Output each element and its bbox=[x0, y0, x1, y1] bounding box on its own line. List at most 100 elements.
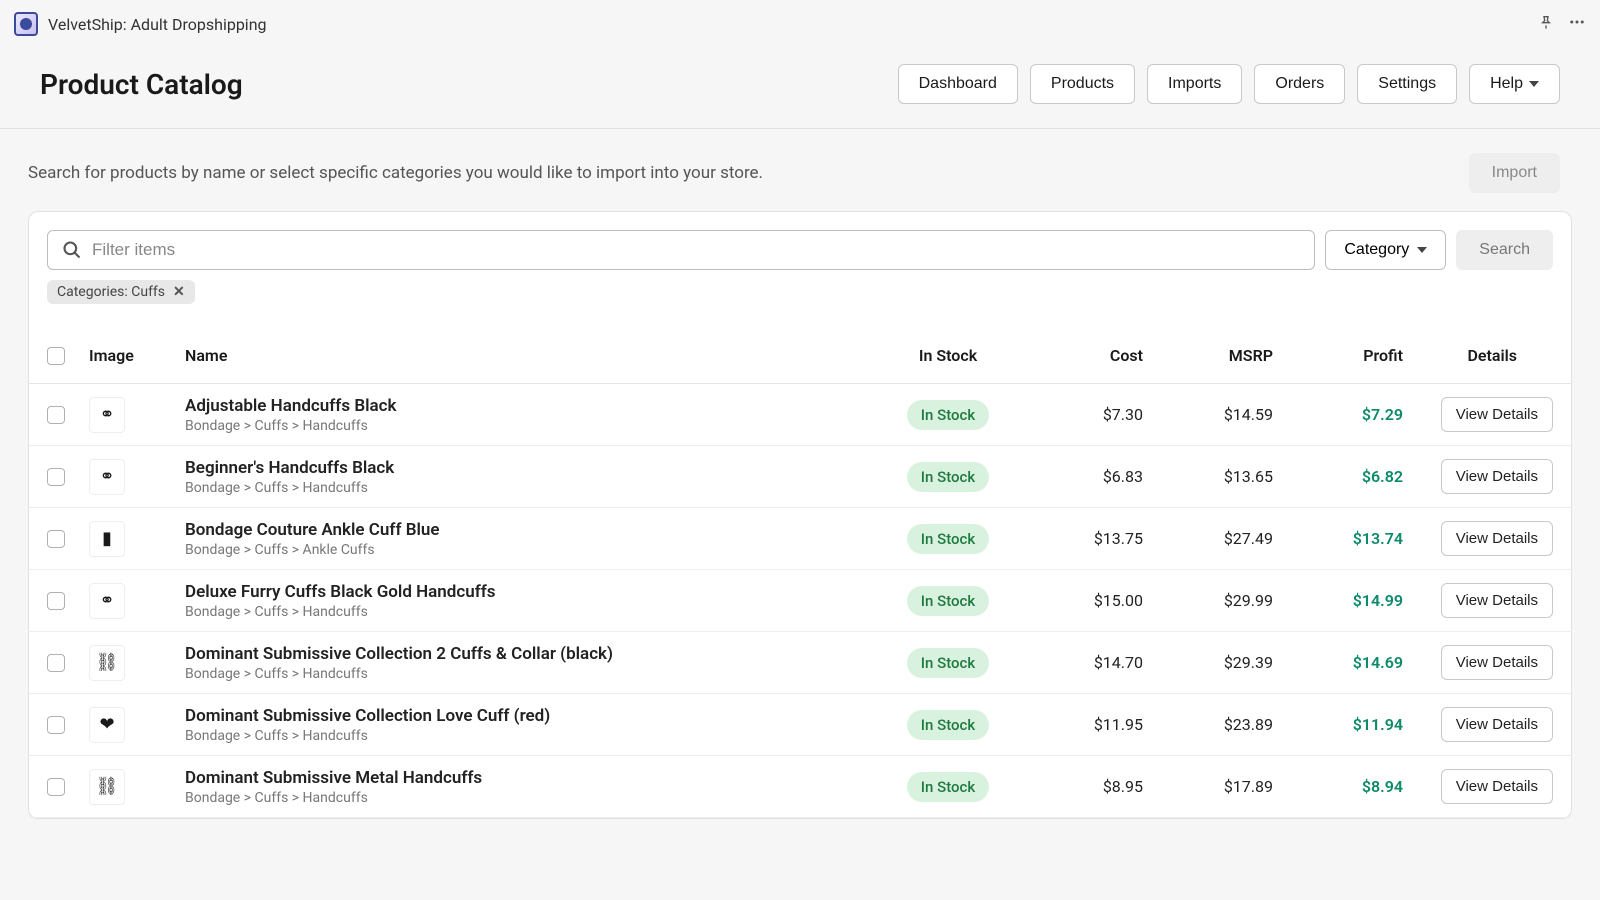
product-msrp: $29.39 bbox=[1143, 653, 1273, 672]
view-details-button[interactable]: View Details bbox=[1441, 521, 1553, 556]
product-name: Adjustable Handcuffs Black bbox=[185, 396, 883, 416]
col-name: Name bbox=[185, 346, 883, 365]
product-cost: $11.95 bbox=[1013, 715, 1143, 734]
product-profit: $6.82 bbox=[1273, 467, 1403, 486]
row-checkbox[interactable] bbox=[47, 716, 65, 734]
product-category: Bondage > Cuffs > Handcuffs bbox=[185, 790, 883, 806]
window-titlebar: VelvetShip: Adult Dropshipping bbox=[0, 0, 1600, 48]
row-checkbox[interactable] bbox=[47, 530, 65, 548]
filter-chip-cuffs[interactable]: Categories: Cuffs ✕ bbox=[47, 280, 195, 304]
chevron-down-icon bbox=[1529, 81, 1539, 87]
product-profit: $14.99 bbox=[1273, 591, 1403, 610]
view-details-button[interactable]: View Details bbox=[1441, 645, 1553, 680]
stock-badge: In Stock bbox=[907, 710, 989, 740]
nav-help[interactable]: Help bbox=[1469, 64, 1560, 104]
product-msrp: $14.59 bbox=[1143, 405, 1273, 424]
app-title: VelvetShip: Adult Dropshipping bbox=[48, 15, 267, 34]
stock-badge: In Stock bbox=[907, 648, 989, 678]
product-msrp: $23.89 bbox=[1143, 715, 1273, 734]
view-details-button[interactable]: View Details bbox=[1441, 397, 1553, 432]
nav-settings[interactable]: Settings bbox=[1357, 64, 1457, 104]
table-row: ⛓ Dominant Submissive Collection 2 Cuffs… bbox=[29, 632, 1571, 694]
app-icon bbox=[14, 12, 38, 36]
subheader-text: Search for products by name or select sp… bbox=[28, 163, 763, 183]
view-details-button[interactable]: View Details bbox=[1441, 459, 1553, 494]
view-details-button[interactable]: View Details bbox=[1441, 583, 1553, 618]
stock-badge: In Stock bbox=[907, 524, 989, 554]
product-table: Image Name In Stock Cost MSRP Profit Det… bbox=[29, 328, 1571, 818]
pin-icon[interactable] bbox=[1538, 14, 1554, 34]
row-checkbox[interactable] bbox=[47, 778, 65, 796]
product-thumbnail: ▮ bbox=[89, 521, 125, 557]
nav-orders[interactable]: Orders bbox=[1254, 64, 1345, 104]
import-button[interactable]: Import bbox=[1469, 153, 1560, 193]
col-profit: Profit bbox=[1273, 346, 1403, 365]
product-cost: $15.00 bbox=[1013, 591, 1143, 610]
product-profit: $8.94 bbox=[1273, 777, 1403, 796]
product-profit: $7.29 bbox=[1273, 405, 1403, 424]
row-checkbox[interactable] bbox=[47, 406, 65, 424]
col-image: Image bbox=[89, 346, 185, 365]
product-msrp: $13.65 bbox=[1143, 467, 1273, 486]
filter-chips: Categories: Cuffs ✕ bbox=[29, 270, 1571, 304]
view-details-button[interactable]: View Details bbox=[1441, 769, 1553, 804]
search-button[interactable]: Search bbox=[1456, 230, 1553, 270]
product-msrp: $17.89 bbox=[1143, 777, 1273, 796]
row-checkbox[interactable] bbox=[47, 468, 65, 486]
close-icon[interactable]: ✕ bbox=[173, 284, 185, 300]
page-title: Product Catalog bbox=[40, 68, 243, 101]
product-thumbnail: ⚭ bbox=[89, 397, 125, 433]
product-cost: $6.83 bbox=[1013, 467, 1143, 486]
product-cost: $7.30 bbox=[1013, 405, 1143, 424]
product-cost: $8.95 bbox=[1013, 777, 1143, 796]
product-category: Bondage > Cuffs > Handcuffs bbox=[185, 666, 883, 682]
more-icon[interactable] bbox=[1568, 13, 1586, 35]
col-cost: Cost bbox=[1013, 346, 1143, 365]
product-msrp: $27.49 bbox=[1143, 529, 1273, 548]
table-row: ▮ Bondage Couture Ankle Cuff Blue Bondag… bbox=[29, 508, 1571, 570]
product-cost: $13.75 bbox=[1013, 529, 1143, 548]
product-name: Deluxe Furry Cuffs Black Gold Handcuffs bbox=[185, 582, 883, 602]
subheader: Search for products by name or select sp… bbox=[0, 129, 1600, 211]
table-row: ⚭ Beginner's Handcuffs Black Bondage > C… bbox=[29, 446, 1571, 508]
product-name: Dominant Submissive Collection 2 Cuffs &… bbox=[185, 644, 883, 664]
search-icon bbox=[62, 240, 82, 260]
nav-dashboard[interactable]: Dashboard bbox=[898, 64, 1018, 104]
table-header: Image Name In Stock Cost MSRP Profit Det… bbox=[29, 328, 1571, 384]
table-row: ⛓ Dominant Submissive Metal Handcuffs Bo… bbox=[29, 756, 1571, 818]
product-category: Bondage > Cuffs > Handcuffs bbox=[185, 728, 883, 744]
product-profit: $13.74 bbox=[1273, 529, 1403, 548]
row-checkbox[interactable] bbox=[47, 592, 65, 610]
product-profit: $14.69 bbox=[1273, 653, 1403, 672]
col-stock: In Stock bbox=[883, 346, 1013, 365]
row-checkbox[interactable] bbox=[47, 654, 65, 672]
search-box[interactable] bbox=[47, 230, 1315, 270]
product-thumbnail: ⛓ bbox=[89, 645, 125, 681]
category-label: Category bbox=[1344, 241, 1409, 259]
product-thumbnail: ❤ bbox=[89, 707, 125, 743]
product-category: Bondage > Cuffs > Ankle Cuffs bbox=[185, 542, 883, 558]
search-row: Category Search bbox=[29, 230, 1571, 270]
page-header: Product Catalog Dashboard Products Impor… bbox=[0, 48, 1600, 129]
chip-label: Categories: Cuffs bbox=[57, 284, 165, 300]
product-thumbnail: ⚭ bbox=[89, 459, 125, 495]
stock-badge: In Stock bbox=[907, 586, 989, 616]
product-category: Bondage > Cuffs > Handcuffs bbox=[185, 604, 883, 620]
product-name: Beginner's Handcuffs Black bbox=[185, 458, 883, 478]
product-category: Bondage > Cuffs > Handcuffs bbox=[185, 418, 883, 434]
stock-badge: In Stock bbox=[907, 400, 989, 430]
category-dropdown[interactable]: Category bbox=[1325, 230, 1446, 270]
stock-badge: In Stock bbox=[907, 462, 989, 492]
product-thumbnail: ⚭ bbox=[89, 583, 125, 619]
col-details: Details bbox=[1403, 346, 1553, 365]
stock-badge: In Stock bbox=[907, 772, 989, 802]
search-input[interactable] bbox=[92, 240, 1300, 260]
product-name: Dominant Submissive Metal Handcuffs bbox=[185, 768, 883, 788]
nav-products[interactable]: Products bbox=[1030, 64, 1135, 104]
select-all-checkbox[interactable] bbox=[47, 347, 65, 365]
nav-imports[interactable]: Imports bbox=[1147, 64, 1242, 104]
product-thumbnail: ⛓ bbox=[89, 769, 125, 805]
col-msrp: MSRP bbox=[1143, 346, 1273, 365]
product-cost: $14.70 bbox=[1013, 653, 1143, 672]
view-details-button[interactable]: View Details bbox=[1441, 707, 1553, 742]
